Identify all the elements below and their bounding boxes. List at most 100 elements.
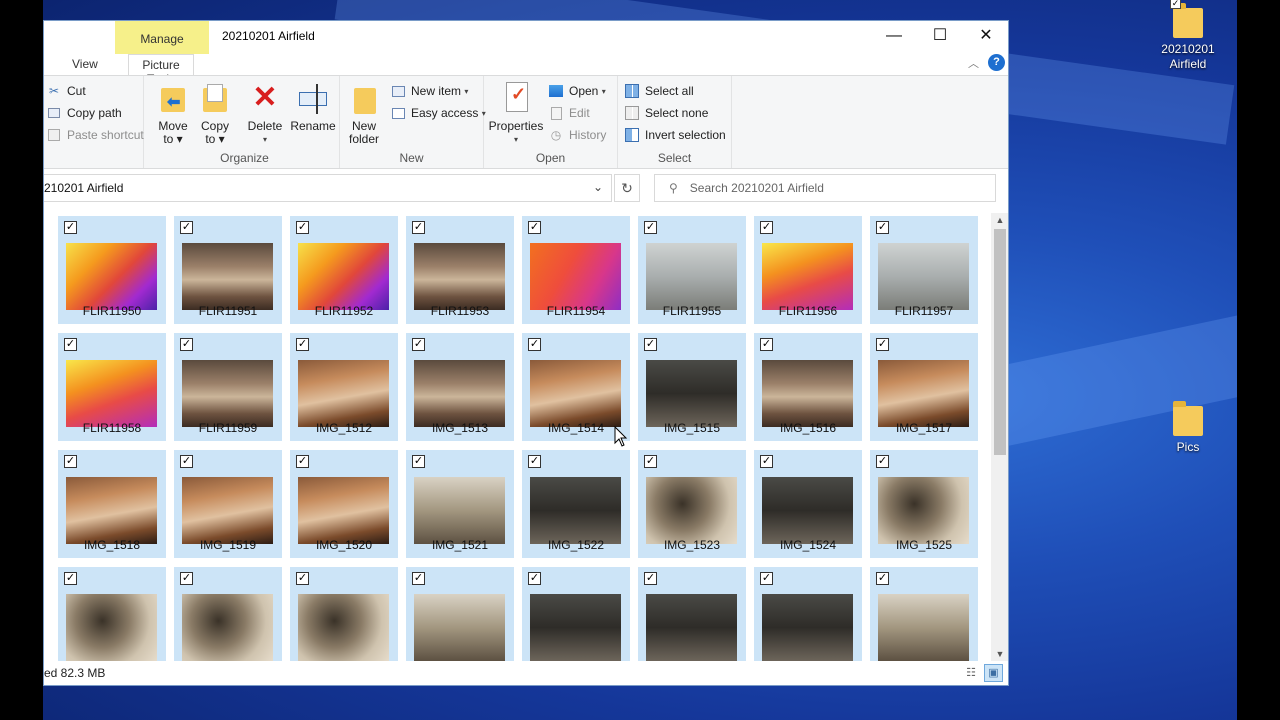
selection-checkbox[interactable]: ✓ <box>760 572 773 585</box>
file-tile[interactable]: ✓ FLIR11953 <box>406 216 514 324</box>
scroll-up-arrow-icon[interactable]: ▲ <box>991 215 1008 225</box>
file-tile[interactable]: ✓ IMG_1517 <box>870 333 978 441</box>
properties-button[interactable]: ✓ Properties ▾ <box>488 82 544 146</box>
file-tile[interactable]: ✓ IMG_1518 <box>58 450 166 558</box>
rename-button[interactable]: Rename <box>290 82 336 133</box>
file-tile[interactable]: ✓ IMG_1525 <box>870 450 978 558</box>
scrollbar-thumb[interactable] <box>994 229 1006 455</box>
selection-checkbox[interactable]: ✓ <box>644 338 657 351</box>
collapse-ribbon-icon[interactable]: ︿ <box>968 55 979 71</box>
file-tile[interactable]: ✓ FLIR11952 <box>290 216 398 324</box>
new-folder-button[interactable]: New folder <box>344 82 384 146</box>
selection-checkbox[interactable]: ✓ <box>64 455 77 468</box>
details-view-icon[interactable]: ☷ <box>962 665 980 681</box>
selection-checkbox[interactable]: ✓ <box>644 455 657 468</box>
selection-checkbox[interactable]: ✓ <box>760 338 773 351</box>
file-tile[interactable]: ✓ <box>754 567 862 661</box>
copy-path-button[interactable]: Copy path <box>46 103 122 123</box>
file-tile[interactable]: ✓ FLIR11956 <box>754 216 862 324</box>
file-tile[interactable]: ✓ FLIR11950 <box>58 216 166 324</box>
file-tile[interactable]: ✓ <box>638 567 746 661</box>
move-to-button[interactable]: ⬅ Move to ▾ <box>156 82 190 146</box>
file-tile[interactable]: ✓ <box>58 567 166 661</box>
scroll-down-arrow-icon[interactable]: ▼ <box>991 649 1008 659</box>
file-tile[interactable]: ✓ <box>522 567 630 661</box>
desktop-folder-pics[interactable]: Pics <box>1153 400 1223 455</box>
edit-button[interactable]: Edit <box>548 103 590 123</box>
selection-checkbox[interactable]: ✓ <box>64 572 77 585</box>
file-tile[interactable]: ✓ IMG_1512 <box>290 333 398 441</box>
file-tile[interactable]: ✓ <box>406 567 514 661</box>
path-field[interactable]: 210201 Airfield <box>44 174 612 202</box>
file-tile[interactable]: ✓ IMG_1520 <box>290 450 398 558</box>
selection-checkbox[interactable]: ✓ <box>296 221 309 234</box>
minimize-button[interactable]: — <box>871 21 917 51</box>
file-tile[interactable]: ✓ IMG_1516 <box>754 333 862 441</box>
selection-checkbox[interactable]: ✓ <box>180 455 193 468</box>
chevron-down-icon[interactable]: ⌄ <box>588 174 608 202</box>
file-tile[interactable]: ✓ IMG_1519 <box>174 450 282 558</box>
file-tile[interactable]: ✓ IMG_1523 <box>638 450 746 558</box>
title-bar[interactable]: Manage 20210201 Airfield — ☐ ✕ <box>44 21 1008 54</box>
file-tile[interactable]: ✓ IMG_1522 <box>522 450 630 558</box>
close-button[interactable]: ✕ <box>963 21 1008 51</box>
file-tile[interactable]: ✓ <box>174 567 282 661</box>
selection-checkbox[interactable]: ✓ <box>412 338 425 351</box>
selection-checkbox[interactable]: ✓ <box>760 221 773 234</box>
selection-checkbox[interactable]: ✓ <box>296 338 309 351</box>
selection-checkbox[interactable]: ✓ <box>412 455 425 468</box>
selection-checkbox[interactable]: ✓ <box>876 572 889 585</box>
file-tile[interactable]: ✓ FLIR11957 <box>870 216 978 324</box>
selection-checkbox[interactable]: ✓ <box>528 221 541 234</box>
selection-checkbox[interactable]: ✓ <box>64 221 77 234</box>
delete-button[interactable]: ✕ Delete ▾ <box>246 82 284 146</box>
help-icon[interactable]: ? <box>988 54 1005 71</box>
select-all-button[interactable]: Select all <box>624 81 694 101</box>
paste-shortcut-button[interactable]: Paste shortcut <box>46 125 144 145</box>
selection-checkbox[interactable]: ✓ <box>296 455 309 468</box>
refresh-button[interactable]: ↻ <box>614 174 640 202</box>
selection-checkbox[interactable]: ✓ <box>64 338 77 351</box>
selection-checkbox[interactable]: ✓ <box>412 221 425 234</box>
selection-checkbox[interactable]: ✓ <box>296 572 309 585</box>
maximize-button[interactable]: ☐ <box>917 21 963 51</box>
file-tile[interactable]: ✓ IMG_1513 <box>406 333 514 441</box>
file-tile[interactable]: ✓ IMG_1524 <box>754 450 862 558</box>
tab-picture-tools[interactable]: Picture Tools <box>128 54 194 86</box>
selection-checkbox[interactable]: ✓ <box>528 455 541 468</box>
search-input[interactable]: ⚲ Search 20210201 Airfield <box>654 174 996 202</box>
selection-checkbox[interactable]: ✓ <box>180 572 193 585</box>
selection-checkbox[interactable]: ✓ <box>876 455 889 468</box>
file-view[interactable]: ✓ FLIR11950 ✓ FLIR11951 ✓ FLIR11952 ✓ FLIR11953… <box>44 213 990 661</box>
tab-manage[interactable]: Manage <box>115 21 209 54</box>
file-tile[interactable]: ✓ IMG_1515 <box>638 333 746 441</box>
file-tile[interactable]: ✓ <box>290 567 398 661</box>
file-tile[interactable]: ✓ FLIR11955 <box>638 216 746 324</box>
selection-checkbox[interactable]: ✓ <box>876 338 889 351</box>
selection-checkbox[interactable]: ✓ <box>644 572 657 585</box>
file-tile[interactable]: ✓ FLIR11959 <box>174 333 282 441</box>
vertical-scrollbar[interactable]: ▲ ▼ <box>991 213 1008 661</box>
selection-checkbox[interactable]: ✓ <box>180 338 193 351</box>
invert-selection-button[interactable]: Invert selection <box>624 125 726 145</box>
selection-checkbox[interactable]: ✓ <box>876 221 889 234</box>
selection-checkbox[interactable]: ✓ <box>528 572 541 585</box>
tab-view[interactable]: View <box>72 57 98 71</box>
desktop-folder-airfield[interactable]: ✓ 20210201 Airfield <box>1153 0 1223 72</box>
selection-checkbox[interactable]: ✓ <box>180 221 193 234</box>
selection-checkbox[interactable]: ✓ <box>644 221 657 234</box>
selection-checkbox[interactable]: ✓ <box>528 338 541 351</box>
cut-button[interactable]: ✂ Cut <box>46 81 86 101</box>
selection-checkbox[interactable]: ✓ <box>412 572 425 585</box>
copy-to-button[interactable]: Copy to ▾ <box>198 82 232 146</box>
open-button[interactable]: Open ▾ <box>548 81 606 101</box>
select-none-button[interactable]: Select none <box>624 103 708 123</box>
easy-access-button[interactable]: Easy access ▾ <box>390 103 486 123</box>
selection-checkbox[interactable]: ✓ <box>760 455 773 468</box>
file-tile[interactable]: ✓ FLIR11954 <box>522 216 630 324</box>
new-item-button[interactable]: New item ▾ <box>390 81 468 101</box>
history-button[interactable]: ◷ History <box>548 125 607 145</box>
file-tile[interactable]: ✓ FLIR11951 <box>174 216 282 324</box>
file-tile[interactable]: ✓ IMG_1521 <box>406 450 514 558</box>
file-tile[interactable]: ✓ <box>870 567 978 661</box>
